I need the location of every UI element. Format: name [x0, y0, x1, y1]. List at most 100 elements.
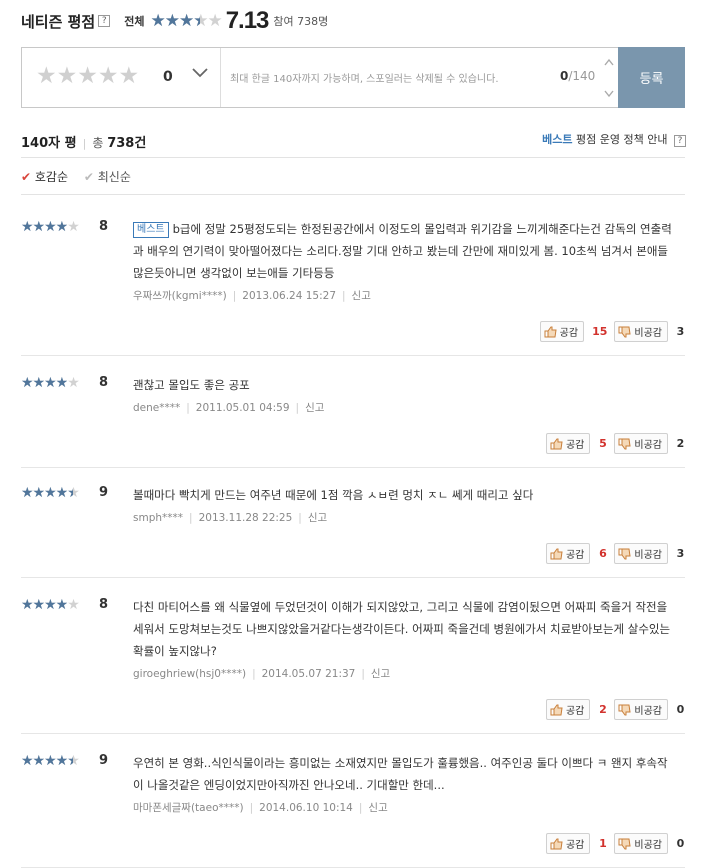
dislike-count: 0	[676, 837, 685, 850]
review-meta: 우짜쓰까(kgmi****) | 2013.06.24 15:27 | 신고	[133, 290, 371, 302]
page: 네티즌 평점 ? 전체 ★★★★★★★★★★ 7.13 참여 738명 ★★★★…	[0, 0, 718, 868]
textarea-scroll-arrows[interactable]	[603, 56, 615, 100]
vote-buttons: 공감 6 비공감 3	[545, 543, 685, 564]
review-type-label: 140자 평	[21, 136, 77, 151]
rating-header: 네티즌 평점 ? 전체 ★★★★★★★★★★ 7.13 참여 738명	[21, 6, 328, 36]
sort-options: ✔ 호감순 ✔ 최신순	[21, 168, 131, 185]
sort-by-latest[interactable]: ✔ 최신순	[84, 170, 131, 184]
dislike-button[interactable]: 비공감	[614, 321, 668, 342]
dislike-label: 비공감	[634, 440, 662, 451]
sort-label-latest: 최신순	[97, 170, 131, 184]
section-title: 네티즌 평점	[21, 12, 96, 31]
review-textarea[interactable]: 최대 한글 140자까지 가능하며, 스포일러는 삭제될 수 있습니다.	[230, 70, 499, 85]
divider	[220, 48, 221, 107]
like-label: 공감	[559, 328, 579, 339]
review-user[interactable]: giroeghriew(hsj0****)	[133, 668, 246, 680]
review-date: 2013.06.24 15:27	[242, 290, 336, 302]
review-user[interactable]: dene****	[133, 402, 180, 414]
like-label: 공감	[565, 706, 585, 717]
review-text: 다친 마티어스를 왜 식물옆에 두었던것이 이해가 되지않았고, 그리고 식물에…	[133, 596, 673, 662]
review-user[interactable]: smph****	[133, 512, 183, 524]
review-stars: ★★★★★★★★★★	[21, 753, 80, 769]
thumbs-up-icon	[550, 438, 563, 449]
dislike-button[interactable]: 비공감	[614, 699, 668, 720]
like-count: 2	[599, 703, 607, 716]
total-count: 738건	[107, 136, 147, 151]
star-rating-input[interactable]: ★★★★★	[36, 63, 139, 89]
selected-score: 0	[163, 69, 173, 85]
review-stars: ★★★★★★★★★★	[21, 219, 80, 235]
review-score: 9	[99, 485, 109, 500]
policy-text: 평점 운영 정책 안내	[576, 133, 668, 146]
sort-by-likes[interactable]: ✔ 호감순	[21, 170, 68, 184]
total-prefix: 총	[92, 136, 104, 150]
check-icon: ✔	[83, 170, 94, 184]
review-meta: dene**** | 2011.05.01 04:59 | 신고	[133, 402, 325, 414]
dislike-button[interactable]: 비공감	[614, 433, 668, 454]
thumbs-up-icon	[544, 326, 557, 337]
review-score: 8	[99, 375, 109, 390]
review-date: 2014.05.07 21:37	[261, 668, 356, 680]
char-counter: 0/140	[560, 69, 595, 83]
sort-label-likes: 호감순	[34, 170, 69, 184]
like-label: 공감	[565, 440, 585, 451]
dislike-label: 비공감	[634, 328, 662, 339]
review-user[interactable]: 우짜쓰까(kgmi****)	[133, 290, 227, 302]
review-user[interactable]: 마마폰세글짜(taeo****)	[133, 802, 244, 814]
review-score: 9	[99, 753, 109, 768]
review-body: 볼때마다 빡치게 만드는 여주년 때문에 1점 깍음 ㅅㅂ련 멍치 ㅈㄴ 쎄게 …	[133, 488, 534, 502]
average-score: 7.13	[225, 7, 270, 34]
thumbs-up-icon	[550, 704, 563, 715]
thumbs-down-icon	[618, 838, 631, 849]
thumbs-down-icon	[618, 438, 631, 449]
report-link[interactable]: 신고	[305, 402, 324, 414]
review-date: 2014.06.10 10:14	[259, 802, 353, 814]
like-label: 공감	[565, 550, 585, 561]
like-count: 1	[599, 837, 607, 850]
review-text: 베스트 b급에 정말 25평정도되는 한정된공간에서 이정도의 몰입력과 위기감을…	[133, 218, 673, 284]
thumbs-down-icon	[618, 704, 631, 715]
divider	[21, 194, 685, 195]
like-button[interactable]: 공감	[539, 321, 585, 342]
report-link[interactable]: 신고	[308, 512, 327, 524]
best-badge: 베스트	[133, 222, 169, 238]
divider	[21, 577, 685, 578]
vote-buttons: 공감 15 비공감 3	[539, 321, 685, 342]
divider	[21, 467, 685, 468]
review-stars: ★★★★★★★★★★	[21, 597, 80, 613]
review-score: 8	[99, 219, 109, 234]
thumbs-down-icon	[618, 326, 631, 337]
divider	[21, 157, 685, 158]
like-button[interactable]: 공감	[545, 833, 591, 854]
like-button[interactable]: 공감	[545, 543, 591, 564]
like-button[interactable]: 공감	[545, 433, 591, 454]
policy-best-label: 베스트	[542, 133, 573, 146]
thumbs-down-icon	[618, 548, 631, 559]
all-label: 전체	[124, 15, 145, 28]
help-icon[interactable]: ?	[98, 15, 111, 27]
like-count: 6	[599, 547, 607, 560]
dislike-button[interactable]: 비공감	[614, 833, 668, 854]
policy-link[interactable]: 베스트 평점 운영 정책 안내 ?	[542, 131, 686, 147]
dislike-count: 0	[676, 703, 685, 716]
char-count-max: /140	[568, 69, 596, 83]
chevron-down-icon[interactable]	[190, 63, 210, 83]
review-text: 우연히 본 영화..식인식물이라는 흥미없는 소재였지만 몰입도가 훌륭했음..…	[133, 752, 673, 796]
like-button[interactable]: 공감	[545, 699, 591, 720]
dislike-label: 비공감	[634, 840, 662, 851]
review-date: 2013.11.28 22:25	[198, 512, 293, 524]
thumbs-up-icon	[550, 838, 563, 849]
average-stars: ★★★★★★★★★★	[150, 10, 222, 31]
review-body: 다친 마티어스를 왜 식물옆에 두었던것이 이해가 되지않았고, 그리고 식물에…	[133, 600, 671, 658]
report-link[interactable]: 신고	[352, 290, 371, 302]
policy-help-icon[interactable]: ?	[674, 135, 686, 147]
review-date: 2011.05.01 04:59	[195, 402, 290, 414]
submit-button[interactable]: 등록	[618, 47, 685, 108]
review-meta: 마마폰세글짜(taeo****) | 2014.06.10 10:14 | 신고	[133, 802, 388, 814]
review-summary: 140자 평 | 총 738건	[21, 136, 147, 151]
divider	[21, 733, 685, 734]
report-link[interactable]: 신고	[368, 802, 387, 814]
dislike-button[interactable]: 비공감	[614, 543, 668, 564]
report-link[interactable]: 신고	[371, 668, 390, 680]
review-form: ★★★★★ 0 최대 한글 140자까지 가능하며, 스포일러는 삭제될 수 있…	[21, 47, 685, 108]
